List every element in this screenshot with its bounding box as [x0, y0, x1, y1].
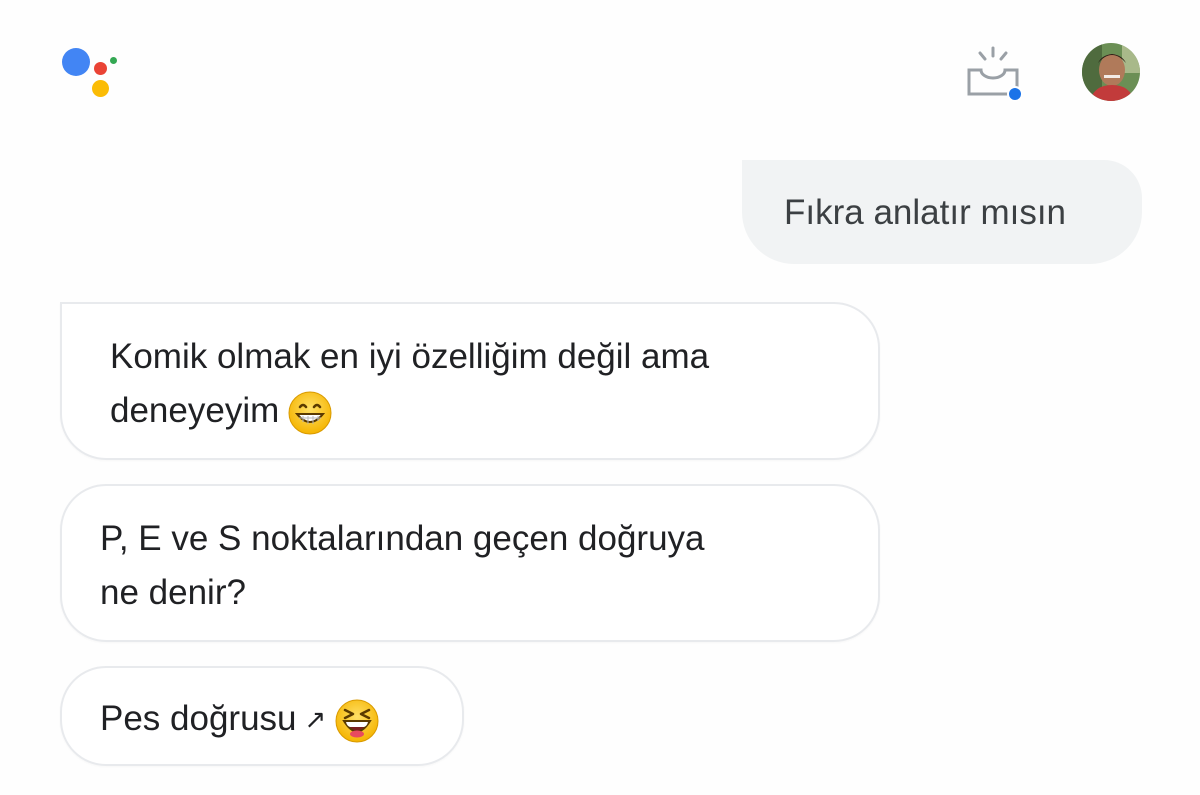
- logo-dot-blue: [62, 48, 90, 76]
- user-message-bubble: Fıkra anlatır mısın: [742, 160, 1142, 264]
- updates-inbox-icon: [967, 46, 1023, 102]
- assistant-message-line-with-emoji: deneyeyim: [110, 384, 878, 438]
- google-assistant-icon: [58, 44, 122, 104]
- assistant-message-line-with-emoji: Pes doğrusu ↗: [100, 692, 462, 746]
- logo-dot-green: [110, 57, 117, 64]
- user-message-text: Fıkra anlatır mısın: [784, 193, 1067, 232]
- logo-dot-red: [94, 62, 107, 75]
- assistant-message-line: deneyeyim: [110, 391, 280, 430]
- assistant-message-line: P, E ve S noktalarından geçen doğruya: [100, 519, 705, 558]
- assistant-message-text: Pes doğrusu: [100, 699, 297, 738]
- laughing-squinting-face-emoji-icon: [335, 699, 379, 743]
- assistant-message-bubble: P, E ve S noktalarından geçen doğruya ne…: [60, 484, 880, 642]
- assistant-message-bubble: Pes doğrusu ↗: [60, 666, 464, 766]
- assistant-message-line: Komik olmak en iyi özelliğim değil ama: [110, 337, 710, 376]
- avatar-photo-icon: [1082, 43, 1140, 101]
- arrow-up-right-icon: ↗: [304, 704, 327, 734]
- logo-dot-yellow: [92, 80, 109, 97]
- assistant-message-line: ne denir?: [100, 573, 246, 612]
- updates-button[interactable]: [960, 44, 1026, 104]
- assistant-message-bubble: Komik olmak en iyi özelliğim değil ama d…: [60, 302, 880, 460]
- user-avatar[interactable]: [1082, 43, 1140, 101]
- assistant-screen: Fıkra anlatır mısın Komik olmak en iyi ö…: [0, 0, 1200, 795]
- grinning-face-emoji-icon: [288, 391, 332, 435]
